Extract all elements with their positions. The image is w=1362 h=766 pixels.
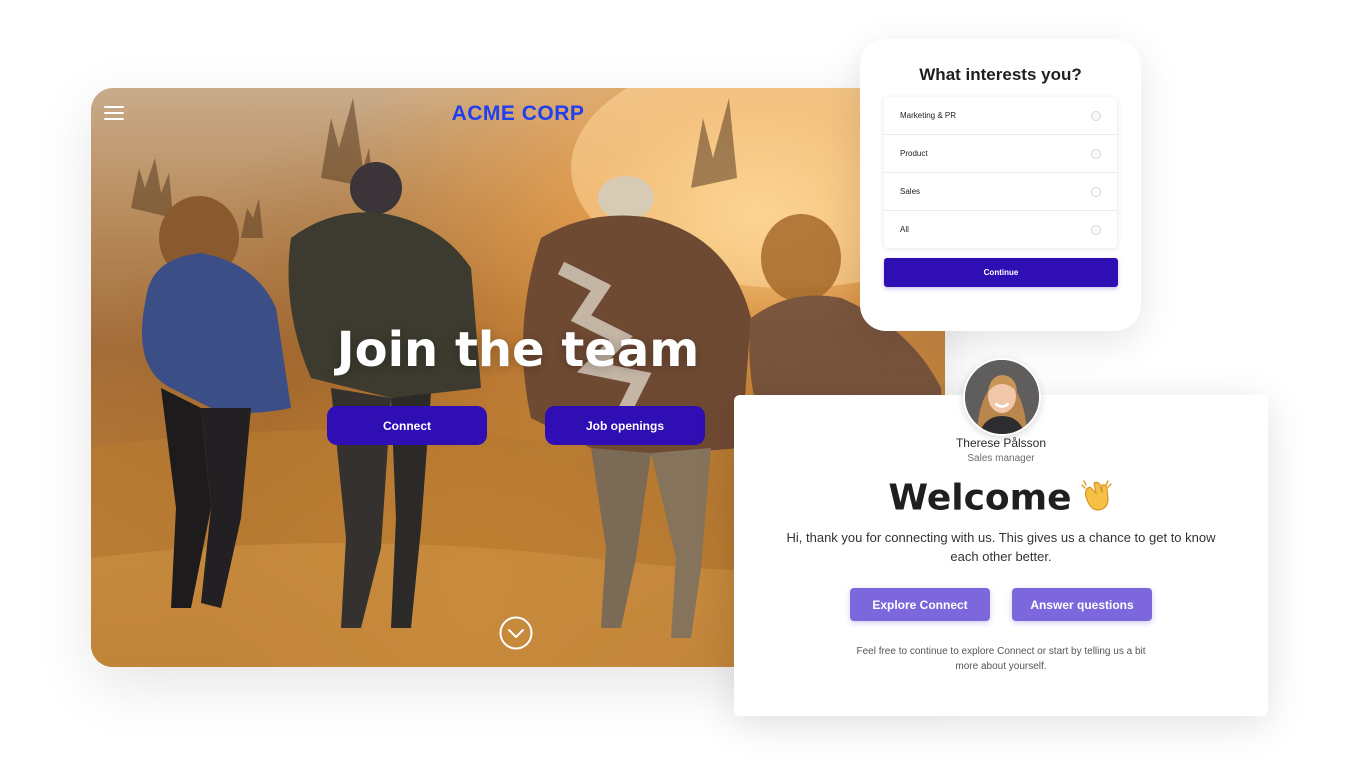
interest-option[interactable]: Sales [884, 173, 1117, 211]
person-role: Sales manager [967, 453, 1035, 464]
welcome-footnote: Feel free to continue to explore Connect… [856, 646, 1146, 672]
interest-option-label: Marketing & PR [900, 111, 957, 120]
page: ACME CORP Join the team Connect Job open… [0, 0, 1362, 766]
interests-card: What interests you? Marketing & PR Produ… [860, 39, 1141, 331]
person-name: Therese Pålsson [955, 436, 1047, 450]
hero-headline: Join the team [336, 322, 700, 378]
interest-option-label: Sales [900, 187, 921, 196]
radio-button[interactable] [1091, 224, 1101, 235]
radio-button[interactable] [1091, 110, 1101, 121]
welcome-heading-text: Welcome [888, 477, 1072, 519]
welcome-heading: Welcome [734, 477, 1268, 522]
welcome-intro-text: Hi, thank you for connecting with us. Th… [786, 530, 1216, 564]
chevron-down-circle-icon[interactable] [499, 616, 533, 650]
company-logo[interactable]: ACME CORP [91, 102, 945, 126]
interest-options-list: Marketing & PR Product Sales All [884, 97, 1117, 248]
interest-option[interactable]: Marketing & PR [884, 97, 1117, 135]
interest-option-label: All [900, 225, 909, 234]
continue-button[interactable]: Continue [884, 258, 1118, 287]
interest-option[interactable]: All [884, 211, 1117, 248]
answer-questions-button[interactable]: Answer questions [1012, 588, 1152, 621]
radio-button[interactable] [1091, 186, 1101, 197]
clapping-hands-icon [1078, 477, 1114, 522]
radio-button[interactable] [1091, 148, 1101, 159]
connect-button[interactable]: Connect [327, 406, 487, 445]
interests-title: What interests you? [919, 65, 1082, 84]
interest-option[interactable]: Product [884, 135, 1117, 173]
welcome-card: Therese Pålsson Sales manager Welcome Hi… [734, 358, 1268, 716]
explore-connect-button[interactable]: Explore Connect [850, 588, 990, 621]
avatar [963, 358, 1041, 436]
interest-option-label: Product [900, 149, 928, 158]
job-openings-button[interactable]: Job openings [545, 406, 705, 445]
